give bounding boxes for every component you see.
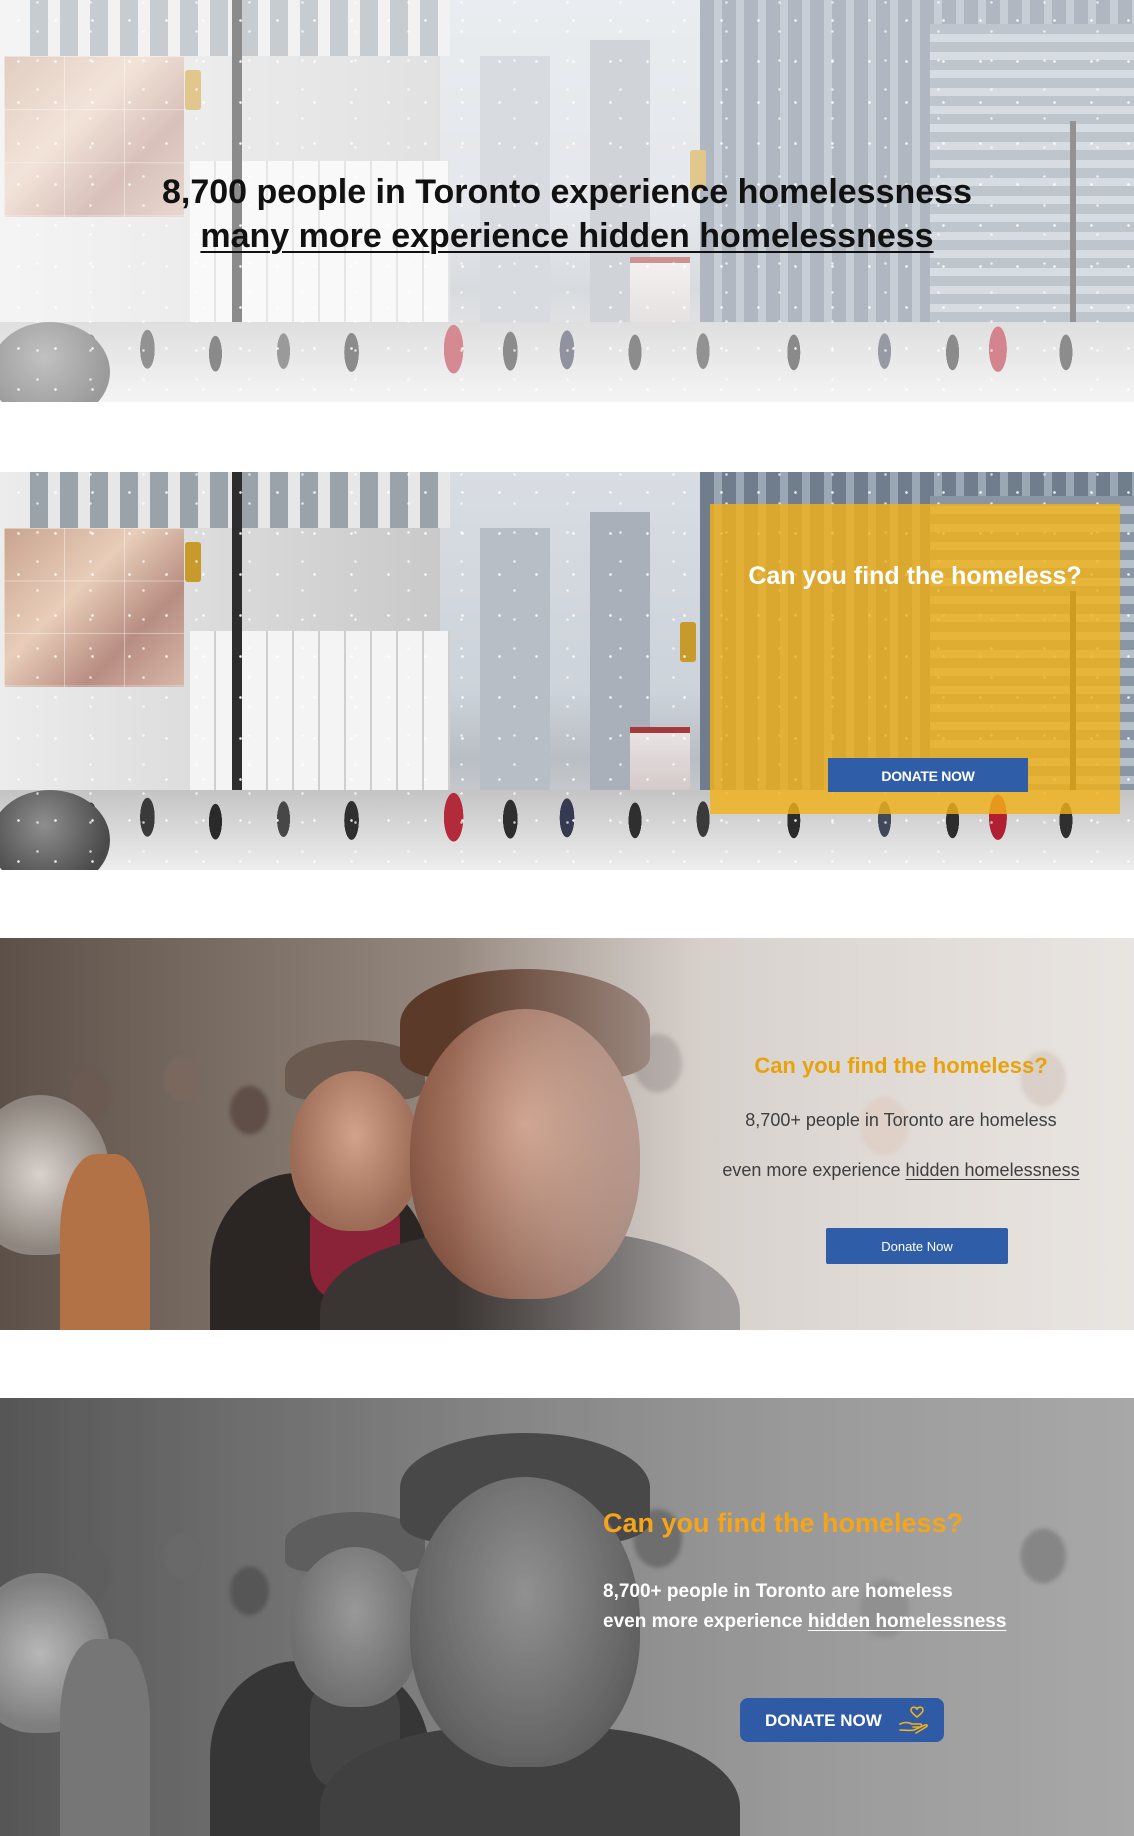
callout-title: Can you find the homeless? — [748, 562, 1082, 590]
headline-line2-link[interactable]: many more experience hidden homelessness — [0, 214, 1134, 258]
headline: 8,700 people in Toronto experience homel… — [0, 170, 1134, 258]
hidden-homelessness-link[interactable]: hidden homelessness — [808, 1611, 1007, 1632]
stat-line: 8,700+ people in Toronto are homeless — [745, 1110, 1057, 1130]
banner-yellow-overlay: Can you find the homeless? DONATE NOW — [0, 472, 1134, 870]
banner-hidden-homelessness: 8,700 people in Toronto experience homel… — [0, 0, 1134, 402]
stat-line: 8,700+ people in Toronto are homeless — [603, 1581, 953, 1602]
donate-button-label: DONATE NOW — [765, 1711, 882, 1730]
hidden-homelessness-line: even more experience hidden homelessness — [722, 1160, 1080, 1180]
hand-heart-icon — [899, 1706, 928, 1734]
banner-crowd-light: Can you find the homeless? 8,700+ people… — [0, 938, 1134, 1330]
donate-now-button[interactable]: Donate Now — [826, 1228, 1008, 1264]
banner-crowd-greyscale: Can you find the homeless? 8,700+ people… — [0, 1398, 1134, 1836]
callout-panel: Can you find the homeless? DONATE NOW — [710, 504, 1120, 814]
banner-title: Can you find the homeless? — [603, 1508, 964, 1538]
banner-title: Can you find the homeless? — [754, 1053, 1048, 1078]
headline-line1: 8,700 people in Toronto experience homel… — [162, 173, 972, 211]
hidden-homelessness-line: even more experience hidden homelessness — [603, 1611, 1007, 1632]
hidden-homelessness-link[interactable]: hidden homelessness — [905, 1160, 1079, 1180]
donate-now-button[interactable]: DONATE NOW — [740, 1698, 944, 1742]
donate-now-button[interactable]: DONATE NOW — [828, 758, 1028, 792]
